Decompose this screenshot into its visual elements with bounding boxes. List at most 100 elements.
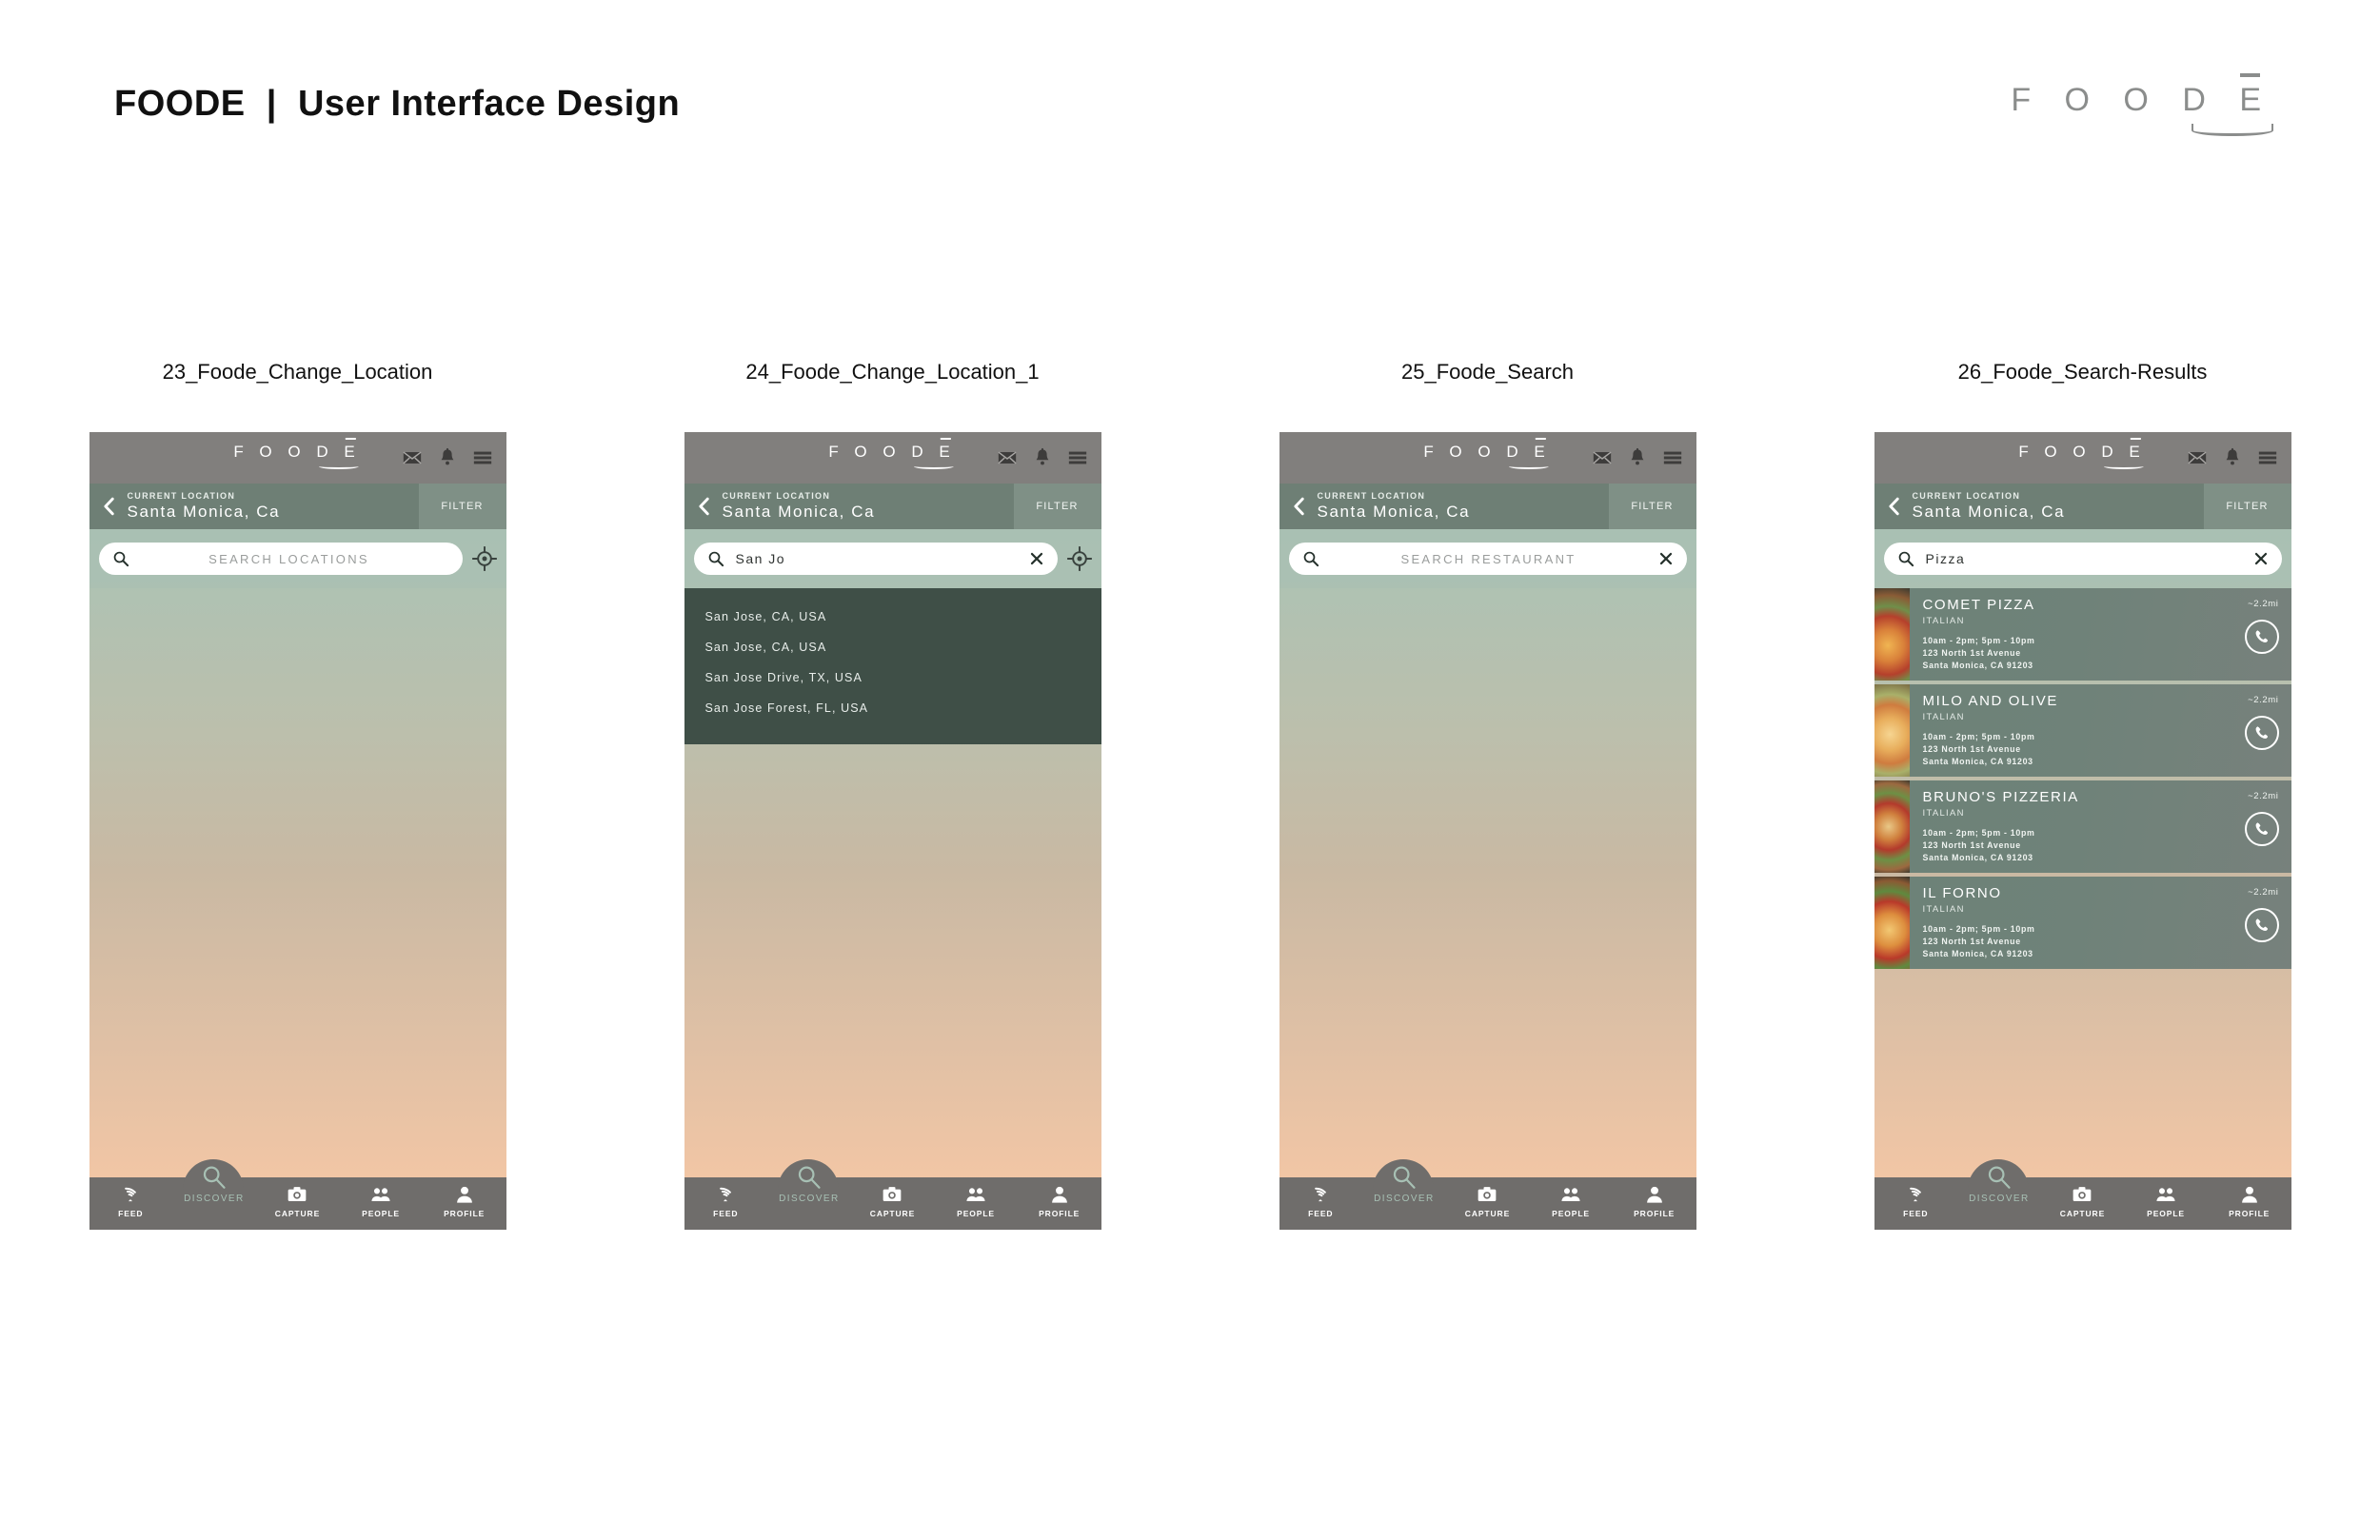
restaurant-card[interactable]: IL FORNO ITALIAN 10am - 2pm; 5pm - 10pm … — [1874, 877, 2291, 969]
nav-item-people[interactable]: PEOPLE — [2124, 1184, 2208, 1218]
bell-icon — [1032, 447, 1053, 468]
nav-label: FEED — [1308, 1209, 1333, 1218]
nav-label: CAPTURE — [275, 1209, 320, 1218]
restaurant-city: Santa Monica, CA 91203 — [1923, 660, 2280, 672]
nav-item-discover[interactable]: DISCOVER — [767, 1167, 851, 1204]
restaurant-street: 123 North 1st Avenue — [1923, 743, 2280, 756]
hamburger-icon — [1662, 447, 1683, 468]
clear-x-icon — [1658, 551, 1674, 566]
nav-label: FEED — [118, 1209, 143, 1218]
page-header: FOODE | User Interface Design — [114, 84, 2275, 141]
people-icon — [370, 1184, 391, 1205]
location-text: CURRENT LOCATION Santa Monica, Ca — [1318, 492, 1471, 520]
restaurant-card[interactable]: COMET PIZZA ITALIAN 10am - 2pm; 5pm - 10… — [1874, 588, 2291, 681]
screen-column-1: 23_Foode_Change_Location F O O D E CURRE… — [0, 360, 595, 1230]
suggestion-item[interactable]: San Jose Drive, TX, USA — [684, 662, 1101, 693]
nav-item-discover[interactable]: DISCOVER — [1957, 1167, 2041, 1204]
nav-label: PROFILE — [444, 1209, 485, 1218]
filter-button[interactable]: FILTER — [1609, 484, 1696, 529]
app-logo: F O O D E — [2018, 443, 2146, 469]
current-location-button[interactable]: CURRENT LOCATION Santa Monica, Ca — [1874, 484, 2204, 529]
app-header: F O O D E — [89, 432, 506, 484]
screen-caption: 24_Foode_Change_Location_1 — [745, 360, 1039, 385]
nav-item-feed[interactable]: FEED — [1279, 1184, 1363, 1218]
filter-button[interactable]: FILTER — [1014, 484, 1101, 529]
current-location-button[interactable]: CURRENT LOCATION Santa Monica, Ca — [1279, 484, 1609, 529]
nav-item-capture[interactable]: CAPTURE — [2041, 1184, 2125, 1218]
mail-icon — [402, 447, 423, 468]
camera-icon — [1477, 1184, 1497, 1205]
location-text: CURRENT LOCATION Santa Monica, Ca — [128, 492, 281, 520]
nav-item-feed[interactable]: FEED — [89, 1184, 173, 1218]
wifi-icon — [1905, 1184, 1926, 1205]
restaurant-name: MILO AND OLIVE — [1923, 693, 2280, 709]
restaurant-thumbnail — [1874, 877, 1910, 969]
restaurant-info: MILO AND OLIVE ITALIAN 10am - 2pm; 5pm -… — [1910, 684, 2291, 777]
nav-item-capture[interactable]: CAPTURE — [256, 1184, 340, 1218]
nav-item-discover[interactable]: DISCOVER — [1362, 1167, 1446, 1204]
wifi-icon — [1310, 1184, 1331, 1205]
search-input[interactable]: San Jo — [694, 543, 1058, 575]
bell-icon — [1627, 447, 1648, 468]
nav-item-discover[interactable]: DISCOVER — [172, 1167, 256, 1204]
back-chevron-icon — [1289, 496, 1310, 517]
call-restaurant-button[interactable] — [2245, 620, 2279, 654]
back-chevron-icon — [99, 496, 120, 517]
restaurant-details: 10am - 2pm; 5pm - 10pm 123 North 1st Ave… — [1923, 731, 2280, 767]
search-input[interactable]: Pizza — [1884, 543, 2282, 575]
mail-icon — [997, 447, 1018, 468]
restaurant-card[interactable]: MILO AND OLIVE ITALIAN 10am - 2pm; 5pm -… — [1874, 684, 2291, 777]
nav-item-feed[interactable]: FEED — [684, 1184, 768, 1218]
nav-item-people[interactable]: PEOPLE — [339, 1184, 423, 1218]
nav-item-profile[interactable]: PROFILE — [1018, 1184, 1101, 1218]
current-location-button[interactable]: CURRENT LOCATION Santa Monica, Ca — [89, 484, 419, 529]
plate-icon — [319, 464, 359, 469]
screen-caption: 26_Foode_Search-Results — [1958, 360, 2208, 385]
current-location-button[interactable]: CURRENT LOCATION Santa Monica, Ca — [684, 484, 1014, 529]
nav-item-profile[interactable]: PROFILE — [2208, 1184, 2291, 1218]
call-restaurant-button[interactable] — [2245, 716, 2279, 750]
people-icon — [2155, 1184, 2176, 1205]
nav-item-capture[interactable]: CAPTURE — [851, 1184, 935, 1218]
app-wordmark: F O O D E — [233, 443, 361, 462]
search-results-list: COMET PIZZA ITALIAN 10am - 2pm; 5pm - 10… — [1874, 588, 2291, 969]
search-input[interactable]: SEARCH LOCATIONS — [99, 543, 463, 575]
call-restaurant-button[interactable] — [2245, 812, 2279, 846]
search-value: San Jo — [724, 551, 1029, 566]
restaurant-distance: ~2.2mi — [2248, 791, 2278, 801]
location-text: CURRENT LOCATION Santa Monica, Ca — [1913, 492, 2066, 520]
nav-item-profile[interactable]: PROFILE — [1613, 1184, 1696, 1218]
macron-bar — [346, 438, 356, 440]
nav-item-people[interactable]: PEOPLE — [934, 1184, 1018, 1218]
nav-item-people[interactable]: PEOPLE — [1529, 1184, 1613, 1218]
restaurant-info: BRUNO'S PIZZERIA ITALIAN 10am - 2pm; 5pm… — [1910, 780, 2291, 873]
restaurant-thumbnail — [1874, 780, 1910, 873]
restaurant-card[interactable]: BRUNO'S PIZZERIA ITALIAN 10am - 2pm; 5pm… — [1874, 780, 2291, 873]
app-wordmark: F O O D E — [828, 443, 956, 462]
suggestion-item[interactable]: San Jose, CA, USA — [684, 632, 1101, 662]
filter-button[interactable]: FILTER — [2204, 484, 2291, 529]
nav-label: FEED — [713, 1209, 738, 1218]
hamburger-icon — [2257, 447, 2278, 468]
nav-label: DISCOVER — [1374, 1194, 1434, 1204]
camera-icon — [287, 1184, 307, 1205]
brand-logo: F O O D E — [2011, 82, 2275, 136]
person-icon — [1049, 1184, 1070, 1205]
nav-item-profile[interactable]: PROFILE — [423, 1184, 506, 1218]
filter-button[interactable]: FILTER — [419, 484, 506, 529]
suggestion-item[interactable]: San Jose Forest, FL, USA — [684, 693, 1101, 723]
bottom-navigation: FEED DISCOVER CAPTURE PEOPLE PROFILE — [1874, 1177, 2291, 1230]
call-restaurant-button[interactable] — [2245, 908, 2279, 942]
mail-icon — [1592, 447, 1613, 468]
nav-item-feed[interactable]: FEED — [1874, 1184, 1958, 1218]
gps-locate-button[interactable] — [472, 546, 497, 571]
nav-item-capture[interactable]: CAPTURE — [1446, 1184, 1530, 1218]
search-icon — [112, 550, 129, 567]
person-icon — [1644, 1184, 1665, 1205]
suggestion-item[interactable]: San Jose, CA, USA — [684, 602, 1101, 632]
location-value: Santa Monica, Ca — [1318, 503, 1471, 521]
nav-label: CAPTURE — [1465, 1209, 1510, 1218]
gps-locate-button[interactable] — [1067, 546, 1092, 571]
back-chevron-icon — [1884, 496, 1905, 517]
search-input[interactable]: SEARCH RESTAURANT — [1289, 543, 1687, 575]
